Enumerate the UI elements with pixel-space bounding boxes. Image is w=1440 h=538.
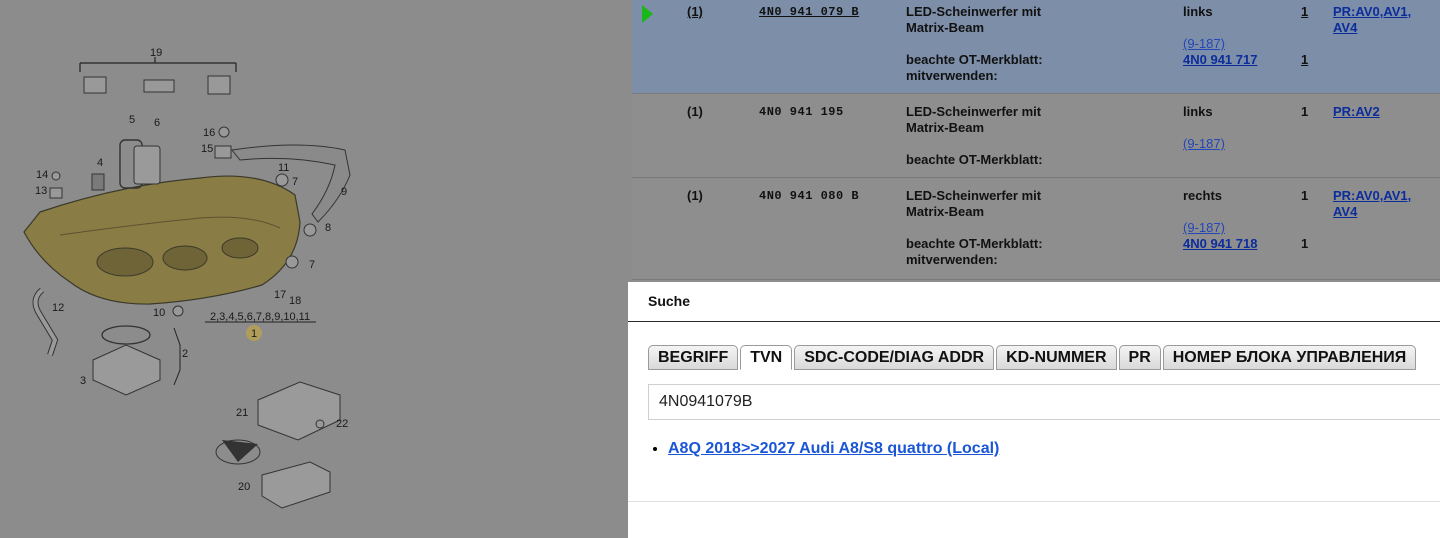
tab-pr[interactable]: PR: [1118, 345, 1161, 370]
headlight-exploded-view: 19 5 6 16 15 11 7 4 14 13 9 8 7 17 18 10…: [23, 47, 351, 509]
tab-control-unit-number[interactable]: НОМЕР БЛОКА УПРАВЛЕНИЯ: [1162, 345, 1417, 370]
part-number-cell[interactable]: 4N0 941 079 B: [759, 4, 859, 20]
pr-code-link-cont[interactable]: AV4: [1333, 204, 1357, 220]
callout-14: 14: [36, 169, 48, 181]
callout-1[interactable]: 1: [251, 328, 257, 340]
description-line1: LED-Scheinwerfer mit: [906, 104, 1042, 119]
description-line2: Matrix-Beam: [906, 120, 985, 135]
tab-tvn[interactable]: TVN: [740, 345, 793, 370]
description-line1: LED-Scheinwerfer mit: [906, 4, 1042, 19]
search-results: A8Q 2018>>2027 Audi A8/S8 quattro (Local…: [668, 440, 999, 458]
qty-cell: 1: [1301, 104, 1309, 119]
callout-13: 13: [35, 185, 47, 197]
side-cell: links: [1183, 4, 1213, 19]
note-line2: mitverwenden:: [906, 252, 998, 267]
table-row[interactable]: (1) 4N0 941 080 B LED-Scheinwerfer mit M…: [632, 178, 1440, 280]
pr-code-link-cont[interactable]: AV4: [1333, 20, 1357, 36]
table-row[interactable]: (1) 4N0 941 079 B LED-Scheinwerfer mit M…: [632, 0, 1440, 94]
parts-diagram: 19 5 6 16 15 11 7 4 14 13 9 8 7 17 18 10…: [0, 0, 632, 538]
headlight-housing[interactable]: [23, 175, 301, 305]
part-number-cell[interactable]: 4N0 941 080 B: [759, 188, 859, 204]
tab-sdc-code[interactable]: SDC-CODE/DIAG ADDR: [794, 345, 995, 370]
side-cell: links: [1183, 104, 1213, 119]
callout-11: 11: [278, 162, 289, 174]
table-row[interactable]: (1) 4N0 941 195 LED-Scheinwerfer mit Mat…: [632, 94, 1440, 178]
ref-part-link[interactable]: 4N0 941 718: [1183, 236, 1257, 252]
position-cell: (1): [687, 188, 703, 203]
dialog-title: Suche: [628, 282, 1440, 322]
callout-2: 2: [182, 348, 188, 360]
search-input[interactable]: [648, 384, 1440, 420]
side-cell: rechts: [1183, 188, 1223, 203]
callout-10: 10: [153, 307, 165, 319]
callout-4: 4: [97, 157, 103, 169]
note-line1: beachte OT-Merkblatt:: [906, 152, 1043, 167]
range-link[interactable]: (9-187): [1183, 36, 1225, 52]
pr-code-link[interactable]: PR:AV0,AV1,: [1333, 188, 1411, 204]
description-line2: Matrix-Beam: [906, 204, 985, 219]
ref-part-link[interactable]: 4N0 941 717: [1183, 52, 1257, 68]
list-item: A8Q 2018>>2027 Audi A8/S8 quattro (Local…: [668, 440, 999, 458]
callout-7-top: 7: [292, 176, 298, 188]
callout-12: 12: [52, 302, 64, 314]
callout-18: 18: [289, 295, 301, 307]
part-number-cell[interactable]: 4N0 941 195: [759, 104, 844, 120]
note-line2: mitverwenden:: [906, 68, 998, 83]
parts-table: (1) 4N0 941 079 B LED-Scheinwerfer mit M…: [632, 0, 1440, 280]
ref-qty-cell: 1: [1301, 52, 1309, 67]
position-cell: (1): [687, 104, 703, 119]
callout-22: 22: [336, 418, 348, 430]
qty-cell: 1: [1301, 4, 1309, 19]
position-cell: (1): [687, 4, 703, 19]
divider: [628, 501, 1440, 502]
note-line1: beachte OT-Merkblatt:: [906, 52, 1043, 67]
description-line2: Matrix-Beam: [906, 20, 985, 35]
note-line1: beachte OT-Merkblatt:: [906, 236, 1043, 251]
range-link[interactable]: (9-187): [1183, 220, 1225, 236]
search-tabs: BEGRIFF TVN SDC-CODE/DIAG ADDR KD-NUMMER PR Н…: [648, 345, 1418, 370]
callout-20: 20: [238, 481, 250, 493]
search-dialog: Suche BEGRIFF TVN SDC-CODE/DIAG ADDR KD-NUM…: [628, 282, 1440, 538]
callout-19: 19: [150, 47, 162, 59]
pr-code-link[interactable]: PR:AV0,AV1,: [1333, 4, 1411, 20]
result-link[interactable]: A8Q 2018>>2027 Audi A8/S8 quattro (Local…: [668, 440, 999, 457]
callout-6: 6: [154, 117, 160, 129]
range-link[interactable]: (9-187): [1183, 136, 1225, 152]
callout-16: 16: [203, 127, 215, 139]
qty-cell: 1: [1301, 188, 1309, 203]
callout-3: 3: [80, 375, 86, 387]
callout-9: 9: [341, 186, 347, 198]
ref-qty-cell: 1: [1301, 236, 1309, 251]
callout-17: 17: [274, 289, 286, 301]
callout-7-mid: 7: [309, 259, 315, 271]
callout-8: 8: [325, 222, 331, 234]
description-line1: LED-Scheinwerfer mit: [906, 188, 1042, 203]
pr-code-link[interactable]: PR:AV2: [1333, 104, 1380, 120]
callout-15: 15: [201, 143, 213, 155]
tab-kd-nummer[interactable]: KD-NUMMER: [996, 345, 1117, 370]
selected-row-arrow-icon: [642, 5, 653, 23]
callout-21: 21: [236, 407, 248, 419]
tab-begriff[interactable]: BEGRIFF: [648, 345, 739, 370]
group-callout-label: 2,3,4,5,6,7,8,9,10,11: [210, 311, 310, 323]
callout-5: 5: [129, 114, 135, 126]
